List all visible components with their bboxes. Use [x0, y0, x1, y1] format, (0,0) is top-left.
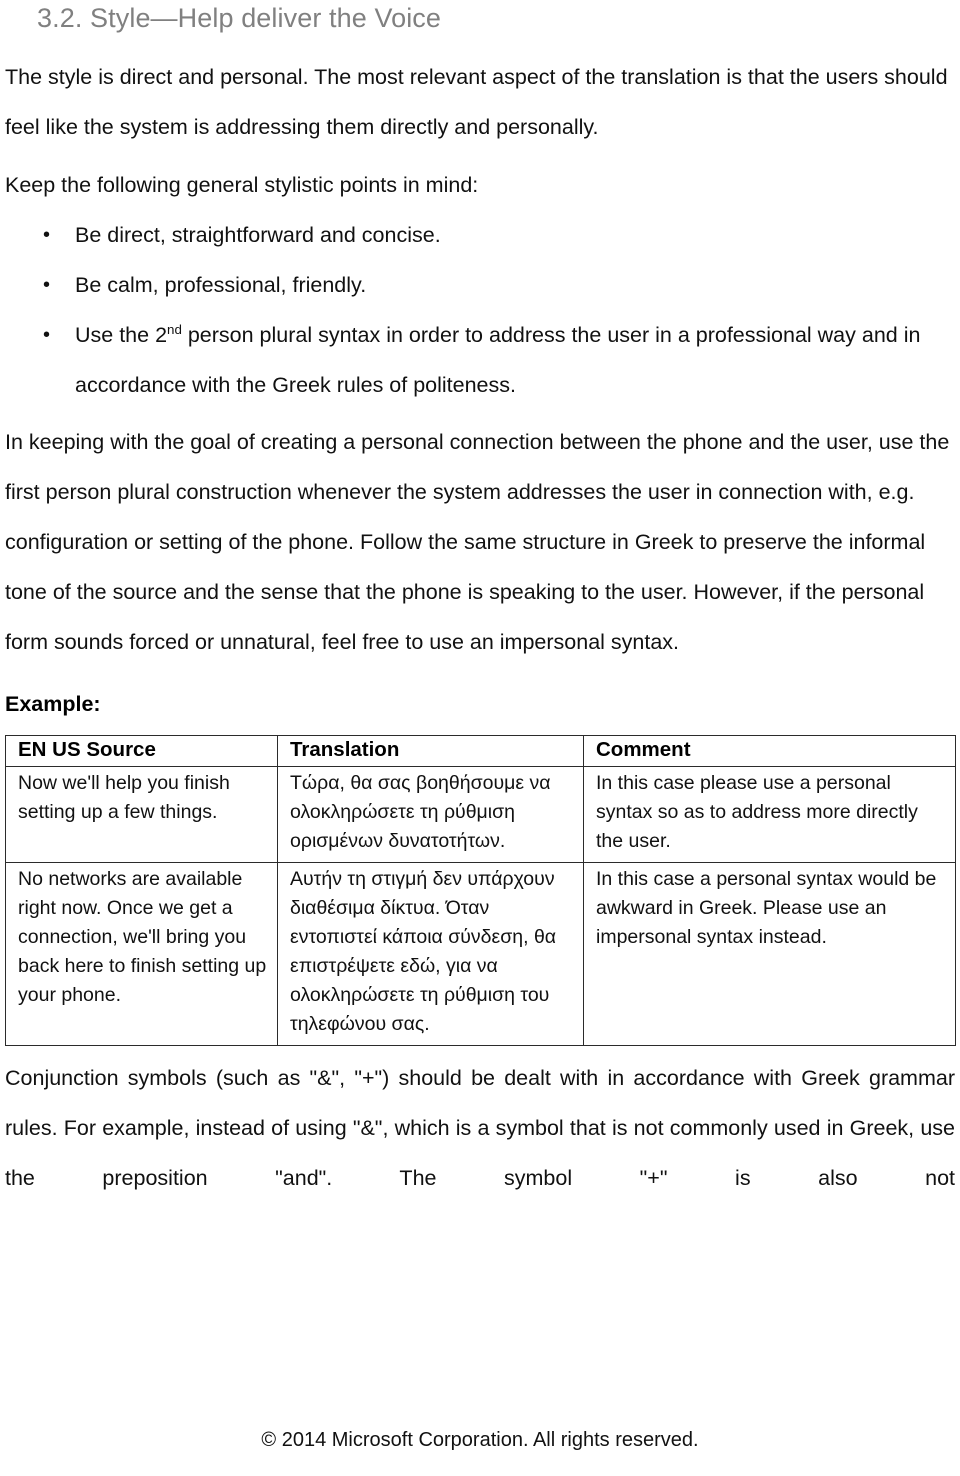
document-page: 3.2. Style—Help deliver the Voice The st…	[0, 0, 960, 1476]
list-item: • Be direct, straightforward and concise…	[5, 210, 955, 260]
list-item: • Use the 2nd person plural syntax in or…	[5, 310, 955, 410]
column-header-comment: Comment	[583, 734, 956, 767]
table-header-row: EN US Source Translation Comment	[5, 734, 956, 767]
cell-comment: In this case please use a personal synta…	[583, 765, 956, 863]
list-item-label-part1: Use the 2	[75, 322, 168, 347]
list-item-label: Be calm, professional, friendly.	[75, 272, 367, 297]
cell-source: Now we'll help you finish setting up a f…	[5, 765, 278, 863]
bullet-icon: •	[43, 323, 51, 346]
cell-comment: In this case a personal syntax would be …	[583, 861, 956, 1046]
personal-connection-paragraph: In keeping with the goal of creating a p…	[5, 429, 950, 654]
cell-translation: Αυτήν τη στιγμή δεν υπάρχουν διαθέσιμα δ…	[277, 861, 584, 1046]
bullet-icon: •	[43, 223, 51, 246]
list-item-label-part2: person plural syntax in order to address…	[75, 322, 921, 397]
cell-translation: Τώρα, θα σας βοηθήσουμε να ολοκληρώσετε …	[277, 765, 584, 863]
copyright-footer: © 2014 Microsoft Corporation. All rights…	[261, 1429, 699, 1451]
conjunction-paragraph: Conjunction symbols (such as "&", "+") s…	[5, 1065, 955, 1190]
table-row: Now we'll help you finish setting up a f…	[5, 765, 956, 863]
column-header-source: EN US Source	[5, 734, 278, 767]
cell-source: No networks are available right now. Onc…	[5, 861, 278, 1046]
list-item-label: Be direct, straightforward and concise.	[75, 222, 441, 247]
page-title: 3.2. Style—Help deliver the Voice	[37, 3, 442, 33]
example-label: Example:	[5, 691, 101, 716]
intro-paragraph: The style is direct and personal. The mo…	[5, 64, 948, 139]
table-row: No networks are available right now. Onc…	[5, 861, 956, 1046]
stylistic-points-list: • Be direct, straightforward and concise…	[5, 210, 955, 410]
example-table: EN US Source Translation Comment Now we'…	[5, 734, 956, 1046]
ordinal-superscript: nd	[167, 321, 182, 337]
list-item: • Be calm, professional, friendly.	[5, 260, 955, 310]
bullet-icon: •	[43, 273, 51, 296]
column-header-translation: Translation	[277, 734, 584, 767]
stylistic-points-lead: Keep the following general stylistic poi…	[5, 172, 479, 197]
